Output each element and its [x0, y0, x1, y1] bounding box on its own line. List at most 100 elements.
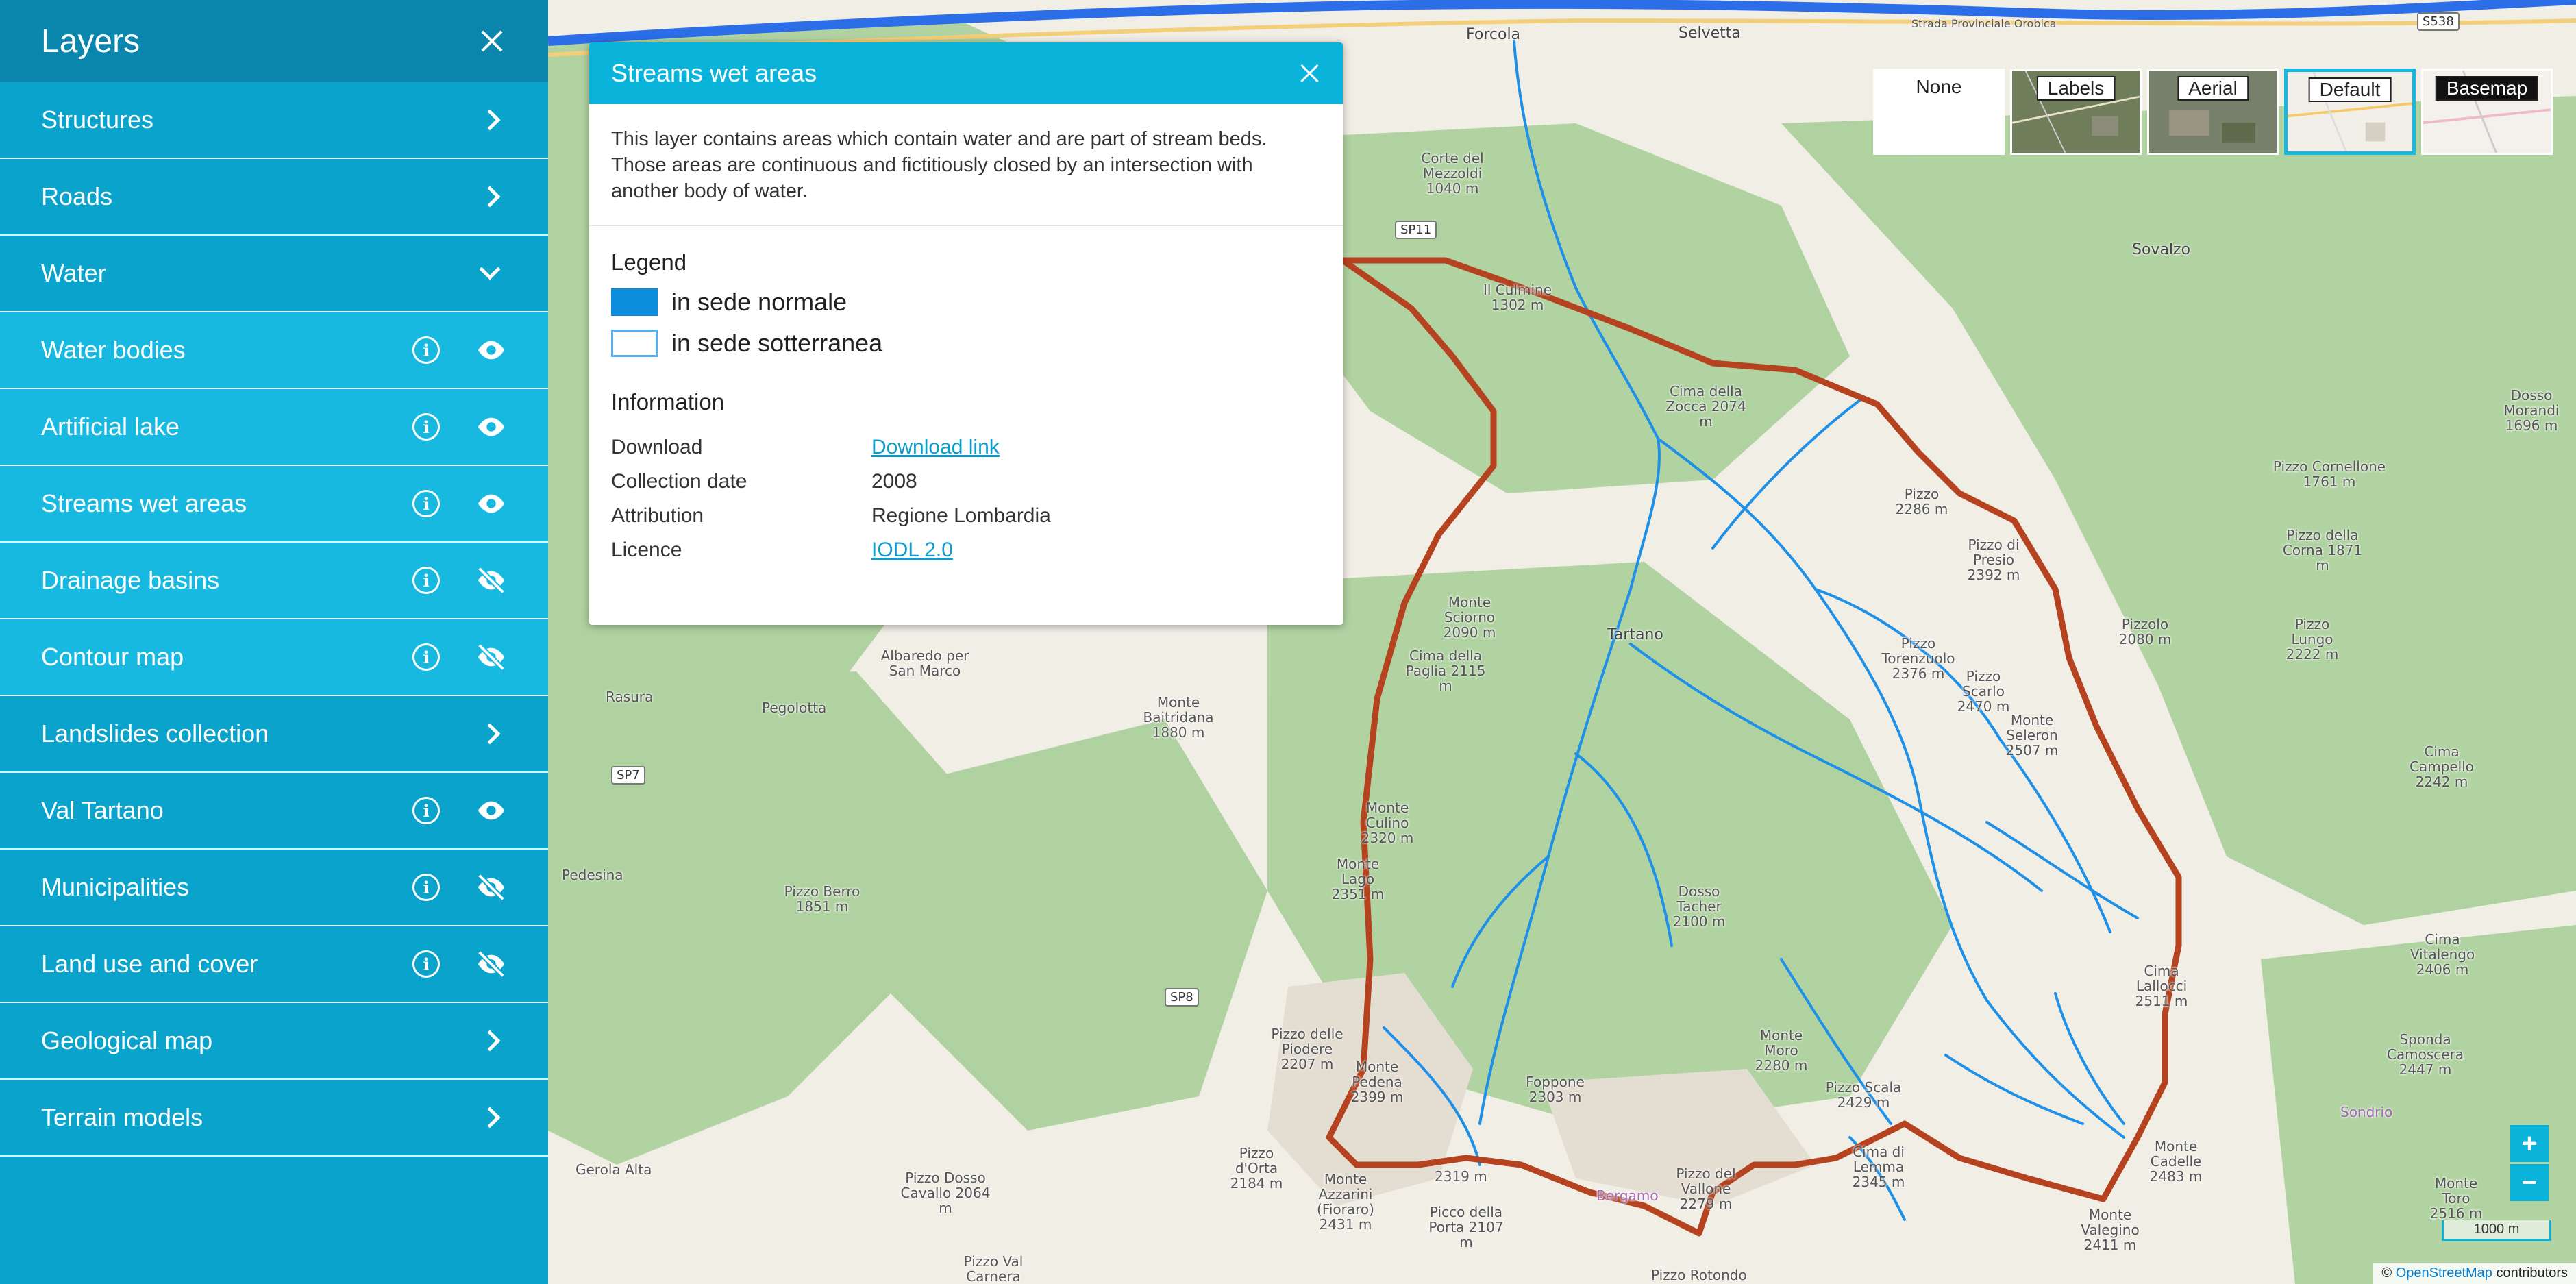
chevron-down-icon	[479, 258, 501, 280]
eye-off-icon[interactable]	[475, 565, 507, 596]
osm-link[interactable]: OpenStreetMap	[2396, 1266, 2492, 1281]
attribution-prefix: ©	[2381, 1266, 2392, 1281]
info-row-licence: Licence IODL 2.0	[611, 533, 1321, 567]
info-icon[interactable]: i	[412, 950, 440, 978]
layer-label: Roads	[41, 182, 113, 210]
sidebar-close-icon[interactable]	[477, 26, 507, 56]
legend-label: in sede normale	[671, 288, 847, 316]
layer-category-structures[interactable]: Structures	[0, 82, 548, 159]
map-label-monte-culino: Monte Culino 2320 m	[1361, 800, 1414, 846]
sidebar-title: Layers	[41, 23, 140, 60]
basemap-option-basemap[interactable]: Basemap	[2421, 69, 2553, 155]
map-label-pizzo-orta: Pizzo d'Orta 2184 m	[1230, 1145, 1283, 1192]
layer-item-contour-map: Contour map i	[0, 619, 548, 696]
map-label-pizzo-2286: Pizzo 2286 m	[1895, 486, 1948, 517]
layer-category-geological[interactable]: Geological map	[0, 1003, 548, 1080]
legend-swatch-filled	[611, 288, 658, 316]
info-icon[interactable]: i	[412, 643, 440, 671]
popup-header: Streams wet areas	[589, 42, 1343, 104]
eye-icon[interactable]	[475, 334, 507, 366]
legend-title: Legend	[611, 249, 687, 275]
info-icon[interactable]: i	[412, 567, 440, 594]
layer-label: Geological map	[41, 1026, 213, 1054]
map-label-pizzo-vallone: Pizzo del Vallone 2279 m	[1676, 1165, 1736, 1212]
layer-label: Municipalities	[41, 873, 190, 901]
download-link[interactable]: Download link	[871, 436, 1000, 458]
eye-icon[interactable]	[475, 795, 507, 826]
map-label-monte-valegino: Monte Valegino 2411 m	[2081, 1207, 2140, 1253]
map-label-sponda-camoscera: Sponda Camoscera 2447 m	[2386, 1031, 2464, 1078]
basemap-label: None	[1906, 76, 1972, 98]
layer-label: Landslides collection	[41, 719, 269, 748]
attribution-suffix: contributors	[2496, 1266, 2568, 1281]
eye-off-icon[interactable]	[475, 948, 507, 980]
chevron-right-icon	[479, 1107, 501, 1128]
map-label-pizzo-presio: Pizzo di Presio 2392 m	[1967, 536, 2020, 583]
map-label-monte-baitridana: Monte Baitridana 1880 m	[1143, 694, 1214, 741]
info-icon[interactable]: i	[412, 874, 440, 901]
info-value: 2008	[871, 470, 917, 493]
info-key: Download	[611, 436, 703, 458]
legend-label: in sede sotterranea	[671, 329, 883, 357]
info-icon[interactable]: i	[412, 413, 440, 441]
road-shield-sp8: SP8	[1165, 988, 1199, 1007]
map-label-sovalzo: Sovalzo	[2132, 241, 2191, 258]
map-label-pizzolo: Pizzolo 2080 m	[2118, 616, 2172, 647]
legend-item: in sede normale	[589, 288, 1343, 317]
map-label-pizzo-scarlo: Pizzo Scarlo 2470 m	[1957, 668, 2010, 715]
map-label-picco-porta: Picco della Porta 2107 m	[1428, 1204, 1504, 1250]
map-label-dosso-morandi: Dosso Morandi 1696 m	[2503, 387, 2560, 434]
info-key: Collection date	[611, 470, 747, 493]
map-label-pizzo-val-carnera: Pizzo Val Carnera	[963, 1253, 1024, 1284]
map-label-pizzo-rotondo: Pizzo Rotondo	[1651, 1267, 1747, 1283]
map-label-monte-moro: Monte Moro 2280 m	[1755, 1027, 1808, 1074]
map-label-monte-pedena: Monte Pedena 2399 m	[1350, 1059, 1404, 1105]
map-label-sondrio: Sondrio	[2340, 1104, 2393, 1120]
layer-label: Water	[41, 259, 106, 287]
basemap-switcher: None Labels Aerial Default Basemap	[1873, 69, 2553, 155]
zoom-in-button[interactable]: +	[2510, 1125, 2549, 1162]
legend-swatch-outline	[611, 330, 658, 357]
sidebar-header: Layers	[0, 0, 548, 82]
scale-bar: 1000 m	[2442, 1220, 2551, 1241]
map-label-albaredo: Albaredo per San Marco	[880, 647, 969, 679]
layer-category-roads[interactable]: Roads	[0, 159, 548, 236]
info-key: Attribution	[611, 504, 704, 527]
map-label-cima-vitalengo: Cima Vitalengo 2406 m	[2410, 931, 2475, 978]
basemap-option-default[interactable]: Default	[2284, 69, 2416, 155]
popup-close-icon[interactable]	[1298, 62, 1321, 85]
eye-icon[interactable]	[475, 488, 507, 519]
info-icon[interactable]: i	[412, 797, 440, 824]
basemap-option-none[interactable]: None	[1873, 69, 2005, 155]
layer-item-val-tartano: Val Tartano i	[0, 773, 548, 850]
info-icon[interactable]: i	[412, 490, 440, 517]
layer-category-landslides[interactable]: Landslides collection	[0, 696, 548, 773]
map-attribution: © OpenStreetMap contributors	[2373, 1263, 2576, 1284]
eye-off-icon[interactable]	[475, 872, 507, 903]
map-label-monte-cadelle: Monte Cadelle 2483 m	[2149, 1138, 2203, 1185]
basemap-option-labels[interactable]: Labels	[2010, 69, 2142, 155]
info-key: Licence	[611, 539, 682, 561]
popup-title: Streams wet areas	[611, 59, 817, 87]
map-label-dosso-tacher: Dosso Tacher 2100 m	[1672, 883, 1726, 930]
licence-link[interactable]: IODL 2.0	[871, 539, 953, 561]
map-label-monte-sciorno: Monte Sciorno 2090 m	[1443, 594, 1496, 641]
layer-category-water[interactable]: Water	[0, 236, 548, 312]
map-label-2319: 2319 m	[1435, 1168, 1487, 1185]
map-label-selvetta: Selvetta	[1679, 25, 1741, 42]
zoom-out-button[interactable]: −	[2510, 1164, 2549, 1201]
layer-item-municipalities: Municipalities i	[0, 850, 548, 926]
basemap-option-aerial[interactable]: Aerial	[2147, 69, 2279, 155]
eye-off-icon[interactable]	[475, 641, 507, 673]
layer-label: Artificial lake	[41, 412, 180, 441]
layer-category-terrain[interactable]: Terrain models	[0, 1080, 548, 1157]
info-icon[interactable]: i	[412, 336, 440, 364]
map-label-foppone: Foppone 2303 m	[1526, 1074, 1585, 1105]
layer-label: Contour map	[41, 643, 184, 671]
eye-icon[interactable]	[475, 411, 507, 443]
layer-item-water-bodies: Water bodies i	[0, 312, 548, 389]
map-label-cima-paglia: Cima della Paglia 2115 m	[1405, 647, 1486, 694]
map-label-forcola: Forcola	[1466, 26, 1521, 43]
legend-item: in sede sotterranea	[589, 329, 1343, 358]
layer-label: Drainage basins	[41, 566, 220, 594]
